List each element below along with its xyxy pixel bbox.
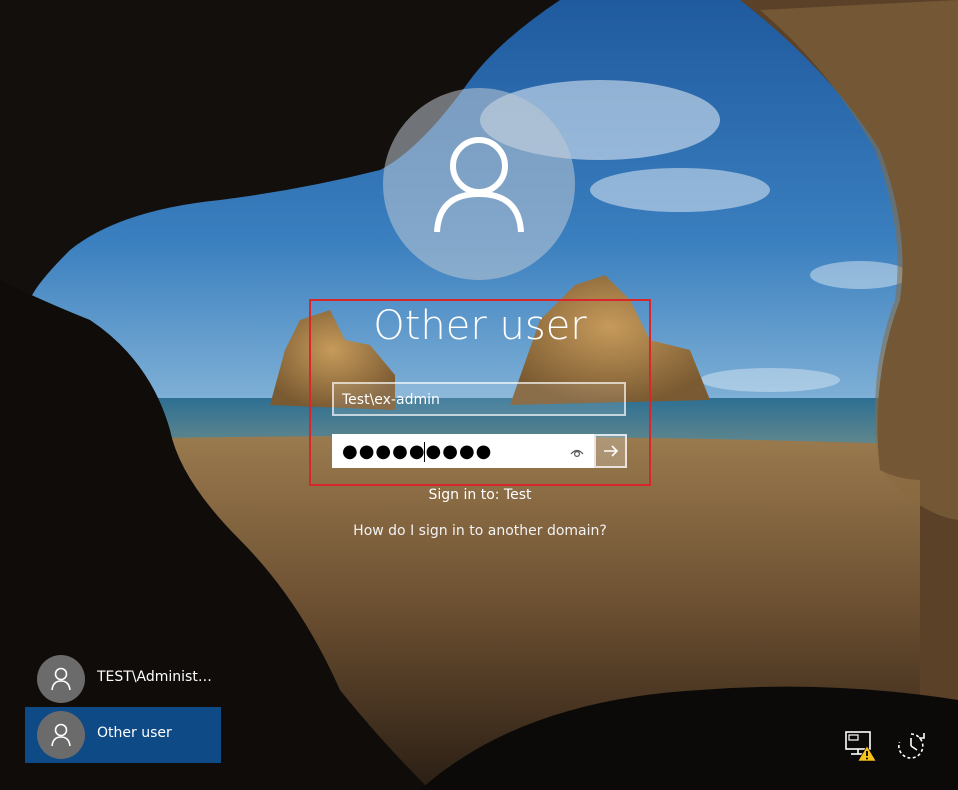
text-caret <box>424 442 425 462</box>
ease-of-access-icon <box>898 733 925 759</box>
submit-button[interactable] <box>594 434 627 468</box>
network-warning-button[interactable] <box>843 728 879 764</box>
user-tile-other-user[interactable]: Other user <box>25 707 221 763</box>
user-tile-label: TEST\Administr… <box>97 669 215 685</box>
reveal-password-icon[interactable] <box>570 444 584 463</box>
avatar <box>37 655 85 703</box>
login-title: Other user <box>373 303 587 349</box>
user-icon <box>51 723 71 747</box>
user-tile-label: Other user <box>97 725 172 741</box>
network-warning-icon <box>845 731 877 762</box>
avatar <box>37 711 85 759</box>
user-avatar-large <box>383 88 575 280</box>
ease-of-access-button[interactable] <box>893 728 929 764</box>
password-field[interactable]: ●●●●●●●●● <box>332 434 594 468</box>
password-mask: ●●●●●●●●● <box>342 441 493 462</box>
user-icon <box>434 137 524 233</box>
sign-in-domain-text: Sign in to: Test <box>428 487 532 503</box>
user-tile-administrator[interactable]: TEST\Administr… <box>25 651 221 707</box>
username-value: Test\ex-admin <box>342 392 440 408</box>
other-domain-help-link[interactable]: How do I sign in to another domain? <box>309 523 651 539</box>
username-field[interactable]: Test\ex-admin <box>332 382 626 416</box>
arrow-right-icon <box>604 445 619 457</box>
user-icon <box>51 667 71 691</box>
